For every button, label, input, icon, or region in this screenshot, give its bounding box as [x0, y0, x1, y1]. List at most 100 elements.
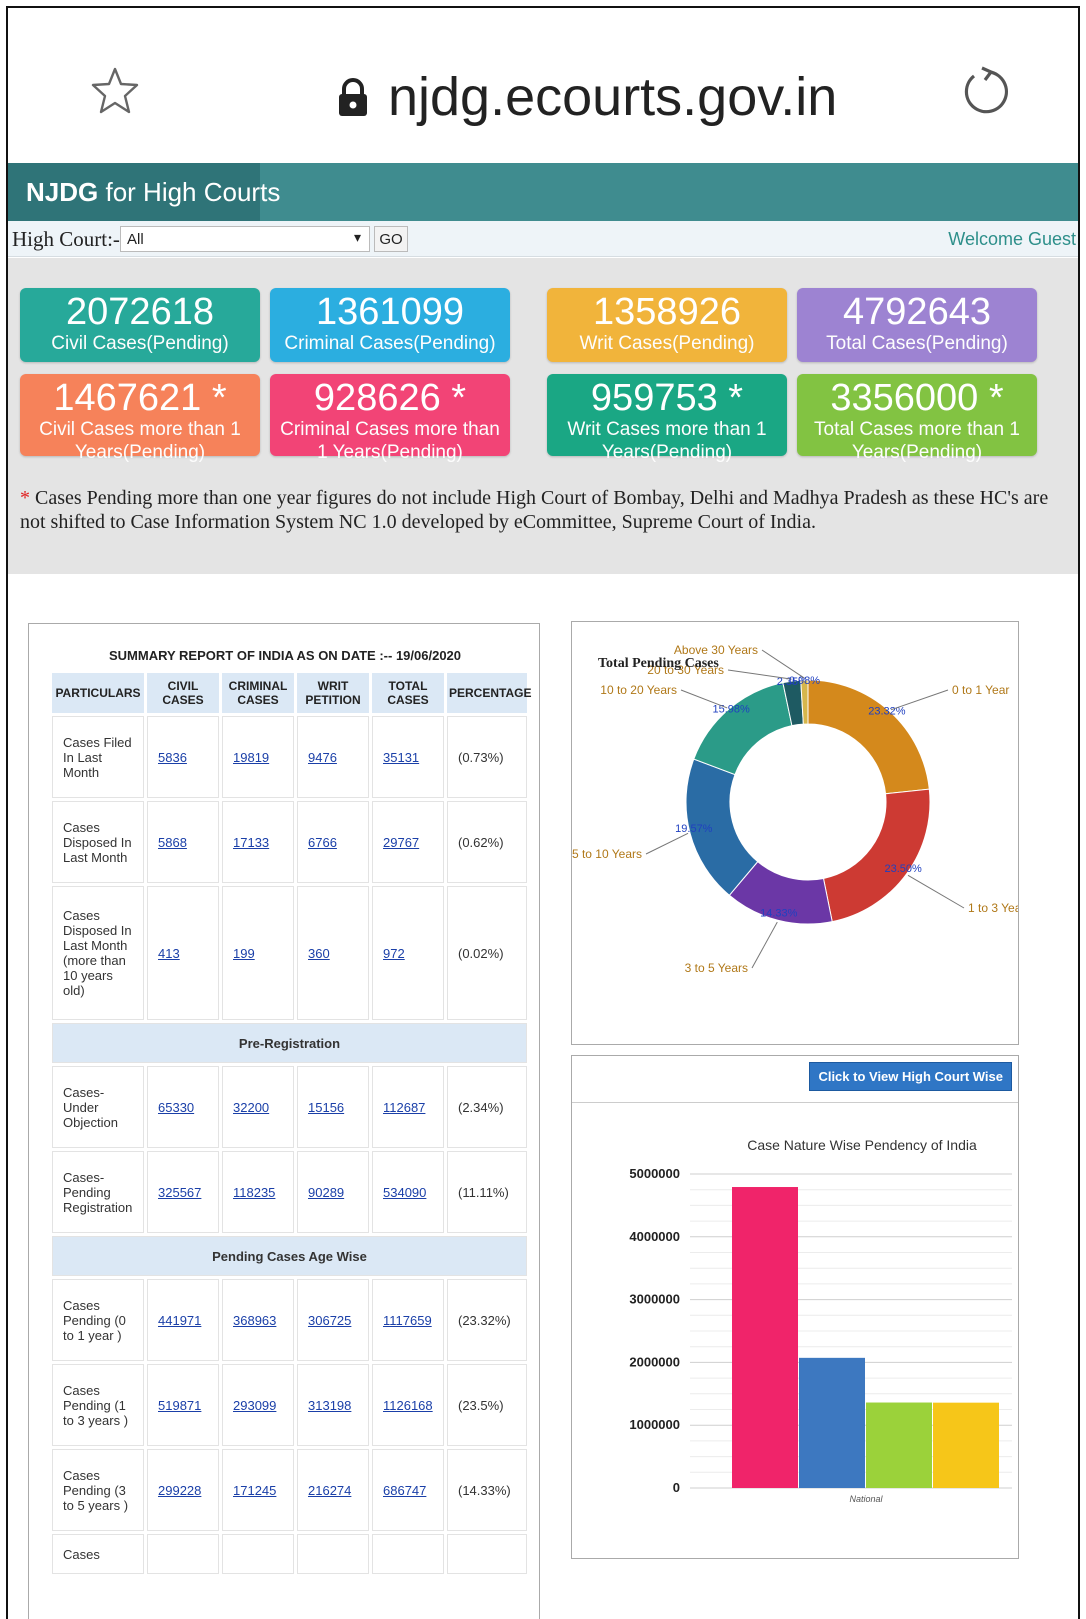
reload-icon[interactable] [960, 64, 1012, 118]
stat-label: Writ Cases more than 1 Years(Pending) [567, 419, 767, 463]
column-header: CRIMINAL CASES [222, 673, 294, 713]
go-button[interactable]: GO [374, 226, 408, 252]
percentage-cell [447, 1534, 527, 1574]
screenshot-frame: njdg.ecourts.gov.in NJDG for High Courts… [6, 6, 1080, 1619]
row-label: Cases Pending (3 to 5 years ) [52, 1449, 144, 1531]
civil-cases-link[interactable] [147, 1534, 219, 1574]
civil-cases-link[interactable]: 441971 [147, 1279, 219, 1361]
total-cases-link[interactable]: 29767 [372, 801, 444, 883]
row-label: Cases-Under Objection [52, 1066, 144, 1148]
writ-cases-link[interactable]: 15156 [297, 1066, 369, 1148]
donut-chart-title: Total Pending Cases [598, 656, 719, 671]
stat-card[interactable]: 928626 * Criminal Cases more than 1 Years… [270, 374, 510, 463]
donut-slice[interactable] [807, 679, 930, 795]
criminal-cases-link[interactable] [222, 1534, 294, 1574]
table-row: Cases Disposed In Last Month 5868 17133 676… [52, 801, 527, 883]
high-court-selected: All [127, 231, 144, 248]
total-cases-link[interactable]: 35131 [372, 716, 444, 798]
stat-card[interactable]: 1361099 Criminal Cases(Pending) [270, 288, 510, 362]
x-category-label: National [849, 1494, 883, 1504]
percentage-cell: (0.73%) [447, 716, 527, 798]
view-high-court-wise-button[interactable]: Click to View High Court Wise [809, 1062, 1012, 1091]
criminal-cases-link[interactable]: 17133 [222, 801, 294, 883]
writ-cases-link[interactable]: 90289 [297, 1151, 369, 1233]
column-header: PERCENTAGE [447, 673, 531, 713]
y-tick-label: 3000000 [629, 1292, 680, 1307]
star-icon[interactable] [90, 66, 140, 116]
total-cases-link[interactable]: 1117659 [372, 1279, 444, 1361]
bar-chart-title: Case Nature Wise Pendency of India [747, 1137, 977, 1153]
bar[interactable] [866, 1402, 932, 1488]
criminal-cases-link[interactable]: 171245 [222, 1449, 294, 1531]
percentage-cell: (11.11%) [447, 1151, 527, 1233]
column-header: TOTAL CASES [372, 673, 444, 713]
criminal-cases-link[interactable]: 368963 [222, 1279, 294, 1361]
slice-percentage: 19.57% [675, 823, 713, 835]
summary-title: SUMMARY REPORT OF INDIA AS ON DATE :-- 1… [108, 648, 462, 663]
writ-cases-link[interactable]: 216274 [297, 1449, 369, 1531]
table-row: Cases-Pending Registration 325567 118235 90… [52, 1151, 527, 1233]
civil-cases-link[interactable]: 413 [147, 886, 219, 1020]
writ-cases-link[interactable]: 360 [297, 886, 369, 1020]
criminal-cases-link[interactable]: 199 [222, 886, 294, 1020]
percentage-cell: (23.5%) [447, 1364, 527, 1446]
bar[interactable] [799, 1357, 865, 1488]
label-leader-line [727, 669, 792, 680]
table-row: Cases Disposed In Last Month (more than … [52, 886, 527, 1020]
stat-card[interactable]: 2072618 Civil Cases(Pending) [20, 288, 260, 362]
bar[interactable] [933, 1402, 999, 1488]
pending-cases-donut-panel: Total Pending Cases 23.32% 0 to 1 Year 23.… [571, 621, 1019, 1045]
section-row: Pending Cases Age Wise [52, 1236, 527, 1276]
table-row: Cases Pending (1 to 3 years ) 519871 29309… [52, 1364, 527, 1446]
total-cases-link[interactable]: 1126168 [372, 1364, 444, 1446]
total-cases-link[interactable]: 112687 [372, 1066, 444, 1148]
stat-card[interactable]: 1467621 * Civil Cases more than 1 Years(P… [20, 374, 260, 463]
donut-slice[interactable] [822, 788, 931, 923]
civil-cases-link[interactable]: 519871 [147, 1364, 219, 1446]
civil-cases-link[interactable]: 5836 [147, 716, 219, 798]
writ-cases-link[interactable]: 306725 [297, 1279, 369, 1361]
donut-slice[interactable] [693, 682, 793, 776]
note-asterisk: * [20, 487, 30, 509]
welcome-text: Welcome Guest [948, 229, 1076, 249]
total-cases-link[interactable]: 534090 [372, 1151, 444, 1233]
stat-card[interactable]: 1358926 Writ Cases(Pending) [547, 288, 787, 362]
donut-chart: 23.32%0 to 1 Year23.50%1 to 3 Years14.33… [572, 643, 1018, 975]
slice-name-label: 10 to 20 Years [600, 683, 677, 697]
row-label: Cases Filed In Last Month [52, 716, 144, 798]
bar[interactable] [732, 1187, 798, 1488]
criminal-cases-link[interactable]: 19819 [222, 716, 294, 798]
criminal-cases-link[interactable]: 118235 [222, 1151, 294, 1233]
label-leader-line [680, 689, 728, 709]
bar-chart: Case Nature Wise Pendency of India 500000… [629, 1137, 1012, 1504]
stat-card[interactable]: 959753 * Writ Cases more than 1 Years(Pen… [547, 374, 787, 463]
total-cases-link[interactable] [372, 1534, 444, 1574]
brand-title[interactable]: NJDG for High Courts [8, 163, 280, 221]
writ-cases-link[interactable] [297, 1534, 369, 1574]
label-leader-line [645, 832, 689, 855]
high-court-select[interactable]: All ▾ [120, 226, 370, 252]
criminal-cases-link[interactable]: 293099 [222, 1364, 294, 1446]
stat-card[interactable]: 3356000 * Total Cases more than 1 Years(P… [797, 374, 1037, 463]
civil-cases-link[interactable]: 299228 [147, 1449, 219, 1531]
civil-cases-link[interactable]: 65330 [147, 1066, 219, 1148]
case-nature-bar-panel: Click to View High Court Wise Case Natur… [571, 1055, 1019, 1559]
writ-cases-link[interactable]: 9476 [297, 716, 369, 798]
label-leader-line [890, 689, 949, 711]
stat-value: 1358926 [593, 291, 741, 333]
criminal-cases-link[interactable]: 32200 [222, 1066, 294, 1148]
column-header: PARTICULARS [52, 673, 144, 713]
address-url[interactable]: njdg.ecourts.gov.in [388, 66, 837, 128]
row-label: Cases Pending (0 to 1 year ) [52, 1279, 144, 1361]
stat-card[interactable]: 4792643 Total Cases(Pending) [797, 288, 1037, 362]
slice-name-label: 3 to 5 Years [685, 961, 748, 975]
stat-label: Criminal Cases more than 1 Years(Pending… [280, 419, 500, 463]
writ-cases-link[interactable]: 6766 [297, 801, 369, 883]
writ-cases-link[interactable]: 313198 [297, 1364, 369, 1446]
civil-cases-link[interactable]: 325567 [147, 1151, 219, 1233]
total-cases-link[interactable]: 686747 [372, 1449, 444, 1531]
y-tick-label: 4000000 [629, 1229, 680, 1244]
table-row: Cases [52, 1534, 527, 1574]
civil-cases-link[interactable]: 5868 [147, 801, 219, 883]
total-cases-link[interactable]: 972 [372, 886, 444, 1020]
